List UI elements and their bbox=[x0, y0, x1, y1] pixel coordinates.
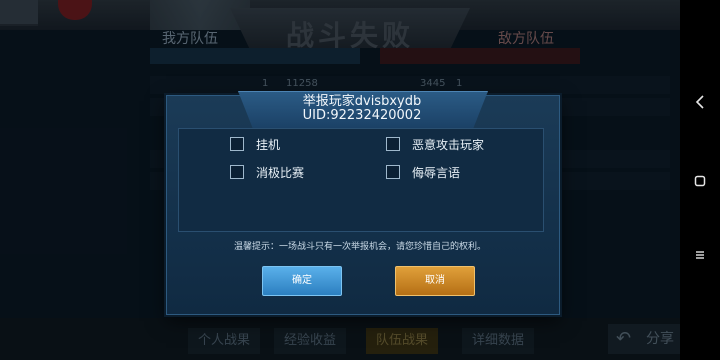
confirm-button[interactable]: 确定 bbox=[262, 266, 342, 296]
report-tip: 温馨提示：一场战斗只有一次举报机会，请您珍惜自己的权利。 bbox=[233, 242, 486, 252]
report-dialog-uid: UID:92232420002 bbox=[302, 108, 422, 123]
report-option-label: 侮辱言语 bbox=[412, 166, 461, 180]
checkbox[interactable] bbox=[386, 165, 400, 179]
cancel-button[interactable]: 取消 bbox=[395, 266, 475, 296]
back-icon[interactable] bbox=[680, 94, 720, 114]
report-option-label: 恶意攻击玩家 bbox=[412, 138, 485, 152]
checkbox[interactable] bbox=[230, 165, 244, 179]
home-icon[interactable] bbox=[680, 172, 720, 191]
report-option-label: 消极比赛 bbox=[256, 166, 305, 180]
menu-icon[interactable] bbox=[680, 246, 720, 265]
checkbox[interactable] bbox=[386, 137, 400, 151]
report-dialog-title: 举报玩家dvisbxydb bbox=[302, 94, 422, 109]
checkbox[interactable] bbox=[230, 137, 244, 151]
report-option-label: 挂机 bbox=[256, 138, 281, 152]
